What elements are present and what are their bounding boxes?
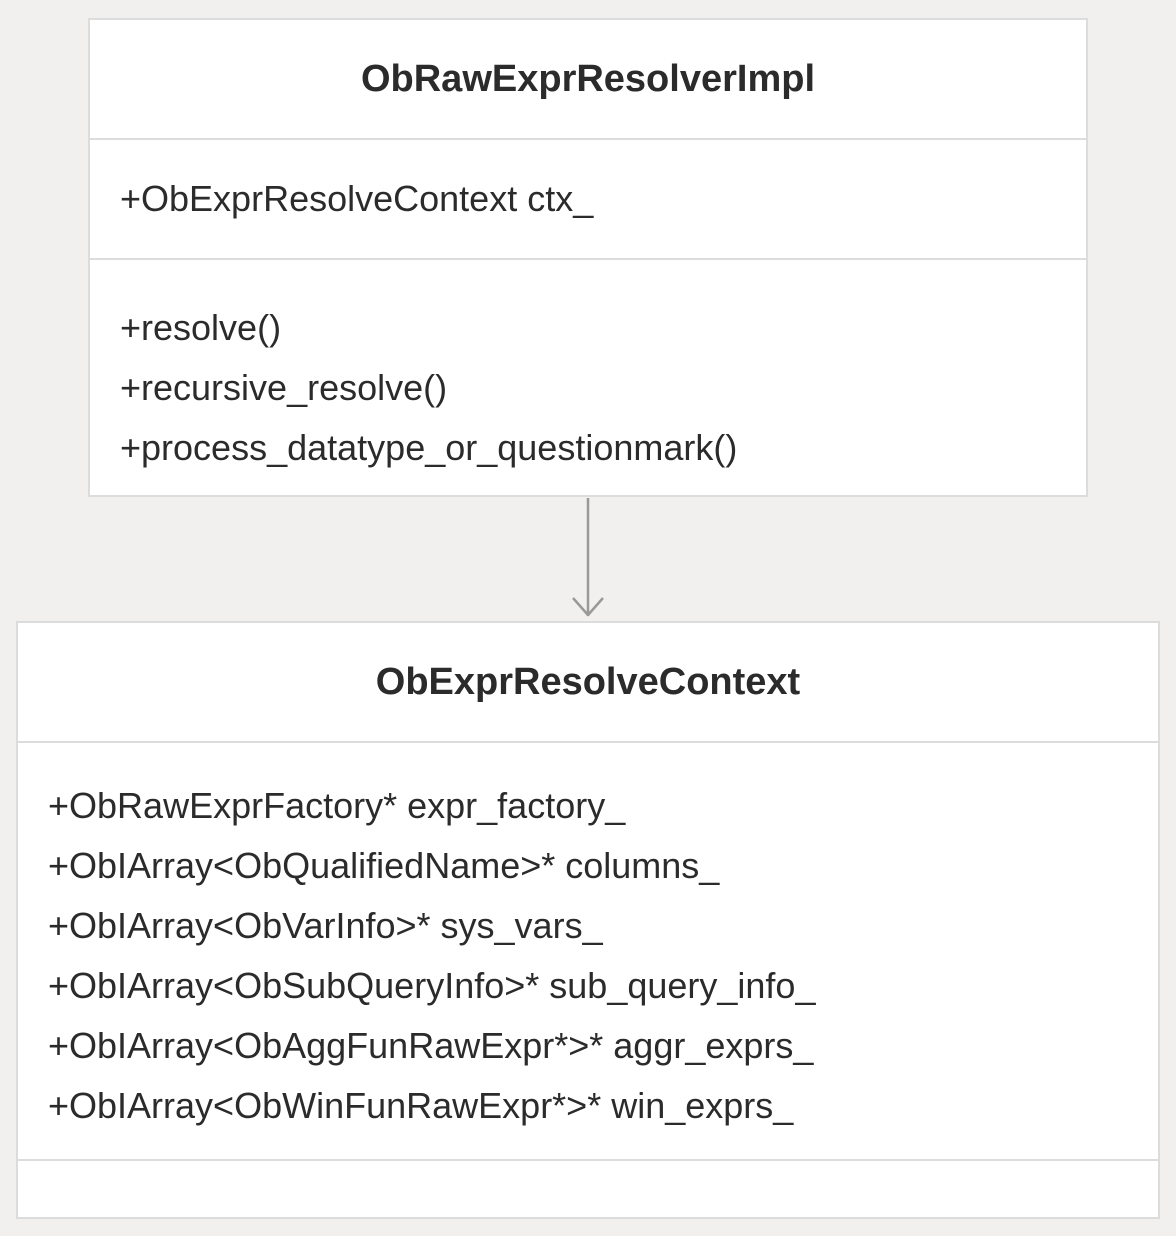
method: +recursive_resolve() — [120, 367, 448, 408]
attributes-section: +ObExprResolveContext ctx_ — [90, 140, 1086, 260]
attribute: +ObIArray<ObQualifiedName>* columns_ — [48, 845, 720, 886]
arrow-head — [572, 597, 604, 617]
class-box-obrawexprresolverimpl: ObRawExprResolverImpl +ObExprResolveCont… — [88, 18, 1088, 497]
attribute: +ObIArray<ObAggFunRawExpr*>* aggr_exprs_ — [48, 1025, 814, 1066]
attribute: +ObRawExprFactory* expr_factory_ — [48, 785, 626, 826]
attribute: +ObIArray<ObVarInfo>* sys_vars_ — [48, 905, 603, 946]
method: +resolve() — [120, 307, 282, 348]
attributes-section: +ObRawExprFactory* expr_factory_ +ObIArr… — [18, 743, 1158, 1161]
attribute: +ObExprResolveContext ctx_ — [120, 178, 594, 219]
method: +process_datatype_or_questionmark() — [120, 427, 738, 468]
class-name: ObRawExprResolverImpl — [90, 20, 1086, 140]
methods-section: +resolve() +recursive_resolve() +process… — [90, 260, 1086, 497]
attribute: +ObIArray<ObWinFunRawExpr*>* win_exprs_ — [48, 1085, 794, 1126]
class-name: ObExprResolveContext — [18, 623, 1158, 743]
class-box-obexprresolvecontext: ObExprResolveContext +ObRawExprFactory* … — [16, 621, 1160, 1219]
attribute: +ObIArray<ObSubQueryInfo>* sub_query_inf… — [48, 965, 816, 1006]
methods-section-empty — [18, 1161, 1158, 1217]
